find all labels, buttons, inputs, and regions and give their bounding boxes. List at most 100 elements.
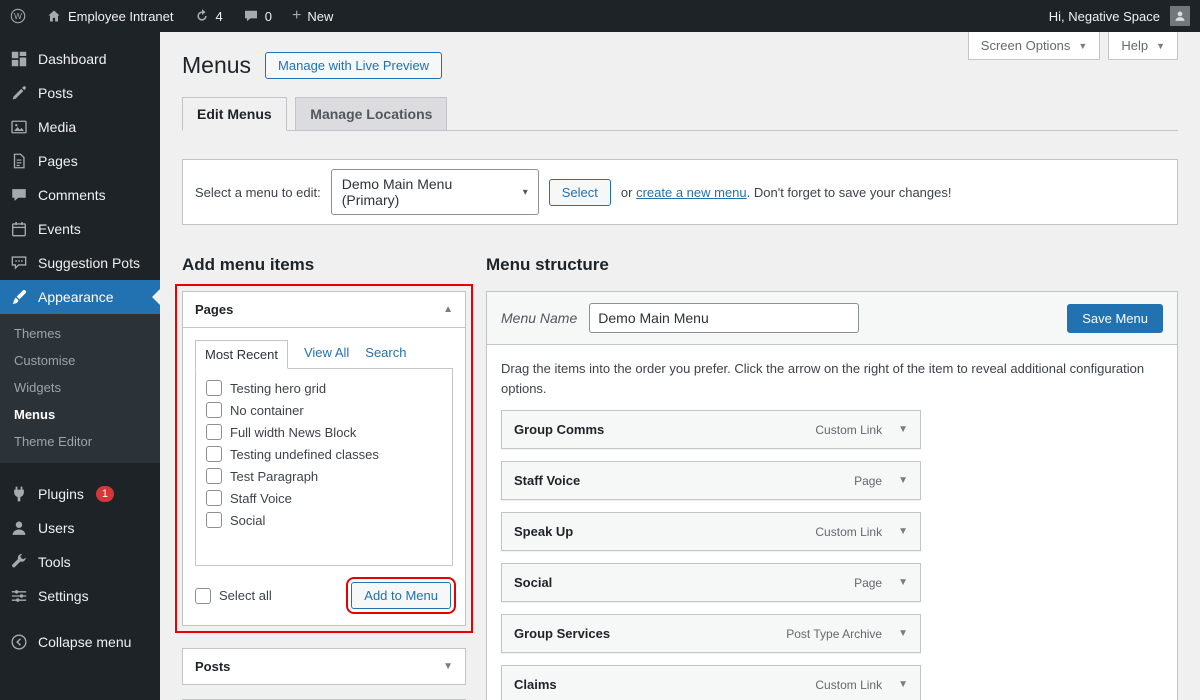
select-all-checkbox[interactable] — [195, 587, 211, 604]
menu-select-dropdown[interactable]: Demo Main Menu (Primary) ▾ — [330, 169, 539, 215]
page-checkbox[interactable] — [206, 490, 222, 506]
page-item-label: Social — [230, 512, 266, 528]
posts-accordion-header[interactable]: Posts ▼ — [183, 649, 465, 684]
tab-manage-locations[interactable]: Manage Locations — [295, 97, 448, 131]
select-all-label: Select all — [219, 588, 272, 603]
sidebar-item-comments[interactable]: Comments — [0, 178, 160, 212]
page-checkbox[interactable] — [206, 468, 222, 484]
menu-item-row[interactable]: Claims Custom Link ▼ — [501, 665, 921, 700]
menu-item-row[interactable]: Speak Up Custom Link ▼ — [501, 512, 921, 551]
submenu-item-widgets[interactable]: Widgets — [0, 374, 160, 401]
pages-button-controls: Select all Add to Menu — [195, 577, 456, 614]
submenu-item-theme-editor[interactable]: Theme Editor — [0, 428, 160, 455]
menu-item-type: Post Type Archive — [786, 626, 883, 641]
menus-columns: Add menu items Pages ▲ Most Recent View … — [175, 255, 1178, 700]
page-checkbox-item[interactable]: Staff Voice — [206, 487, 442, 509]
sidebar-item-dashboard[interactable]: Dashboard — [0, 42, 160, 76]
item-expand-icon[interactable]: ▼ — [898, 424, 908, 435]
help-button[interactable]: Help ▼ — [1108, 32, 1178, 60]
item-expand-icon[interactable]: ▼ — [898, 679, 908, 690]
media-icon — [10, 118, 28, 136]
page-checkbox[interactable] — [206, 424, 222, 440]
pages-accordion: Pages ▲ Most Recent View All Search Test… — [175, 284, 473, 633]
menu-name-input[interactable] — [589, 303, 860, 333]
menu-item-label: Group Services — [514, 626, 611, 641]
wordpress-logo-button[interactable]: W — [0, 0, 36, 32]
sidebar-item-label: Collapse menu — [38, 634, 132, 650]
page-checkbox[interactable] — [206, 402, 222, 418]
posts-accordion: Posts ▼ — [182, 648, 466, 685]
comment-bubble-icon — [243, 8, 259, 24]
accordion-collapse-icon[interactable]: ▲ — [443, 304, 453, 315]
page-checkbox-item[interactable]: Full width News Block — [206, 421, 442, 443]
menu-select-value: Demo Main Menu (Primary) — [341, 176, 453, 208]
admin-content: Screen Options ▼ Help ▼ Menus Manage wit… — [160, 32, 1200, 700]
tab-search[interactable]: Search — [365, 345, 406, 368]
menu-item-row[interactable]: Group Comms Custom Link ▼ — [501, 410, 921, 449]
page-item-label: Test Paragraph — [230, 468, 319, 484]
tab-edit-menus[interactable]: Edit Menus — [182, 97, 287, 131]
sidebar-item-posts[interactable]: Posts — [0, 76, 160, 110]
page-checkbox-item[interactable]: Social — [206, 509, 442, 531]
collapse-arrow-icon — [10, 633, 28, 651]
menu-item-row[interactable]: Staff Voice Page ▼ — [501, 461, 921, 500]
screen-options-button[interactable]: Screen Options ▼ — [967, 32, 1101, 60]
avatar — [1170, 6, 1190, 26]
create-new-menu-link[interactable]: create a new menu — [636, 185, 747, 200]
sidebar-item-appearance[interactable]: Appearance — [0, 280, 160, 314]
page-checkbox-item[interactable]: No container — [206, 399, 442, 421]
sidebar-item-users[interactable]: Users — [0, 511, 160, 545]
menu-item-label: Social — [514, 575, 553, 590]
menu-structure-column: Menu structure Menu Name Save Menu Drag … — [486, 255, 1178, 700]
add-to-menu-button[interactable]: Add to Menu — [346, 577, 456, 614]
help-label: Help — [1121, 38, 1149, 53]
new-content-button[interactable]: + New — [282, 0, 343, 32]
sidebar-item-label: Dashboard — [38, 51, 107, 67]
sidebar-item-pages[interactable]: Pages — [0, 144, 160, 178]
page-checkbox-item[interactable]: Testing undefined classes — [206, 443, 442, 465]
menu-item-type: Page — [854, 575, 883, 590]
pages-accordion-header[interactable]: Pages ▲ — [183, 292, 465, 328]
comments-indicator[interactable]: 0 — [233, 0, 282, 32]
accordion-expand-icon[interactable]: ▼ — [443, 661, 453, 672]
submenu-item-customise[interactable]: Customise — [0, 347, 160, 374]
menu-item-row[interactable]: Social Page ▼ — [501, 563, 921, 602]
site-name-menu[interactable]: Employee Intranet — [36, 0, 184, 32]
sidebar-item-suggestion-pots[interactable]: Suggestion Pots — [0, 246, 160, 280]
item-expand-icon[interactable]: ▼ — [898, 475, 908, 486]
add-menu-items-column: Add menu items Pages ▲ Most Recent View … — [175, 255, 473, 700]
submenu-item-menus[interactable]: Menus — [0, 401, 160, 428]
menu-structure-heading: Menu structure — [486, 255, 609, 274]
page-checkbox[interactable] — [206, 446, 222, 462]
account-menu[interactable]: Hi, Negative Space — [1039, 0, 1200, 32]
item-expand-icon[interactable]: ▼ — [898, 577, 908, 588]
sidebar-item-label: Comments — [38, 187, 106, 203]
page-checkbox[interactable] — [206, 380, 222, 396]
select-menu-button[interactable]: Select — [548, 178, 611, 206]
tab-most-recent[interactable]: Most Recent — [195, 340, 288, 369]
sidebar-item-media[interactable]: Media — [0, 110, 160, 144]
sidebar-item-events[interactable]: Events — [0, 212, 160, 246]
tab-view-all[interactable]: View All — [304, 345, 349, 368]
page-checkbox-item[interactable]: Test Paragraph — [206, 465, 442, 487]
sidebar-item-label: Media — [38, 119, 77, 135]
save-menu-button[interactable]: Save Menu — [1067, 303, 1163, 333]
select-all-row[interactable]: Select all — [195, 585, 272, 607]
item-expand-icon[interactable]: ▼ — [898, 628, 908, 639]
sidebar-item-settings[interactable]: Settings — [0, 579, 160, 613]
page-checkbox[interactable] — [206, 512, 222, 528]
admin-bar-spacer — [343, 0, 1038, 32]
updates-indicator[interactable]: 4 — [184, 0, 233, 32]
submenu-item-themes[interactable]: Themes — [0, 320, 160, 347]
menu-item-row[interactable]: Group Services Post Type Archive ▼ — [501, 614, 921, 653]
item-expand-icon[interactable]: ▼ — [898, 526, 908, 537]
sidebar-item-plugins[interactable]: Plugins 1 — [0, 477, 160, 511]
screen-meta-links: Screen Options ▼ Help ▼ — [967, 32, 1178, 60]
page-checkbox-item[interactable]: Testing hero grid — [206, 377, 442, 399]
live-preview-button[interactable]: Manage with Live Preview — [265, 52, 443, 79]
menu-structure-body: Drag the items into the order you prefer… — [487, 345, 1177, 700]
sidebar-item-label: Settings — [38, 588, 89, 604]
page-item-label: Testing hero grid — [230, 380, 327, 396]
sidebar-item-collapse-menu[interactable]: Collapse menu — [0, 625, 160, 659]
sidebar-item-tools[interactable]: Tools — [0, 545, 160, 579]
